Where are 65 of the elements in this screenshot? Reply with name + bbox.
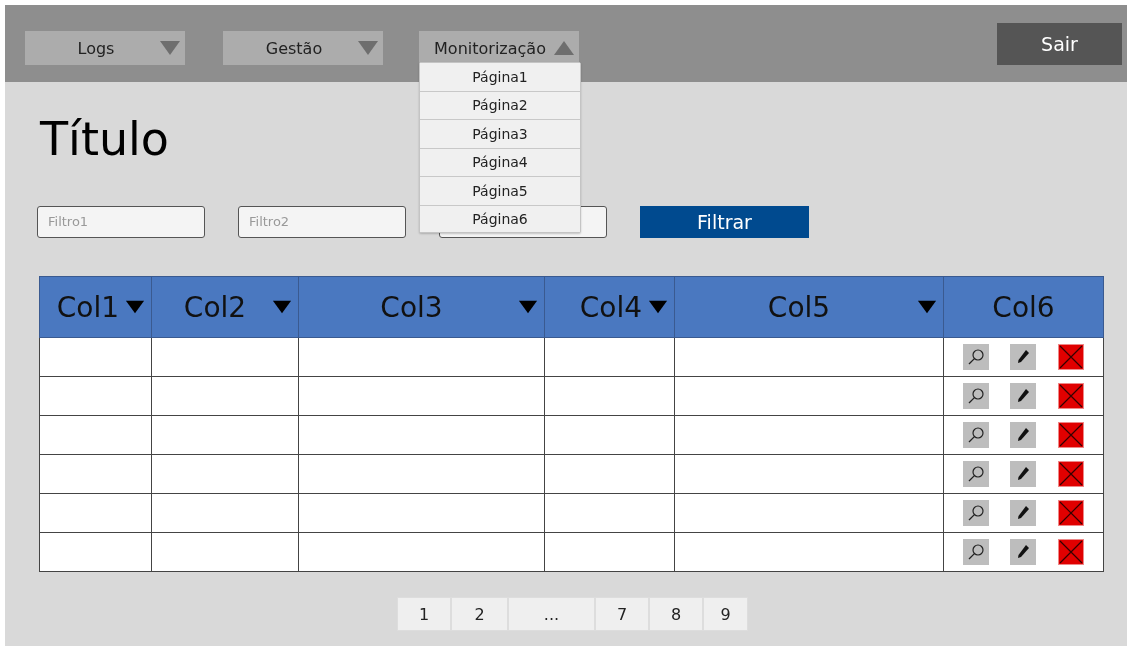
view-button[interactable]: [962, 539, 989, 565]
page-button[interactable]: 8: [649, 597, 703, 631]
filter-field[interactable]: Filtro2: [238, 205, 406, 238]
delete-button[interactable]: [1058, 422, 1085, 448]
close-icon: [1059, 501, 1084, 525]
close-icon: [1059, 462, 1084, 486]
edit-button[interactable]: [1010, 461, 1037, 487]
dropdown-item[interactable]: Página1: [420, 63, 580, 92]
view-button[interactable]: [962, 500, 989, 526]
view-button[interactable]: [962, 461, 989, 487]
view-button[interactable]: [962, 383, 989, 409]
menu-button[interactable]: Gestão: [223, 31, 383, 65]
edit-button[interactable]: [1010, 422, 1037, 448]
pencil-icon: [1016, 427, 1031, 443]
collapse-arrow-icon: [553, 40, 575, 56]
column-header[interactable]: Col5: [674, 276, 944, 338]
dropdown-item[interactable]: Página4: [420, 148, 580, 177]
column-header[interactable]: Col4: [544, 276, 675, 338]
edit-button[interactable]: [1010, 500, 1037, 526]
pencil-icon: [1016, 466, 1031, 482]
column-header[interactable]: Col2: [151, 276, 299, 338]
dropdown-item[interactable]: Página3: [420, 120, 580, 149]
filter-field[interactable]: Filtro1: [37, 205, 205, 238]
filter-button[interactable]: Filtrar: [640, 205, 809, 238]
view-button[interactable]: [962, 422, 989, 448]
search-icon: [966, 465, 985, 483]
column-header[interactable]: Col1: [39, 276, 152, 338]
search-icon: [966, 543, 985, 561]
dropdown-arrow-icon: [357, 40, 379, 56]
dropdown-arrow-icon: [159, 40, 181, 56]
page-button[interactable]: 7: [595, 597, 649, 631]
page-button[interactable]: ...: [508, 597, 595, 631]
pencil-icon: [1016, 505, 1031, 521]
page-button[interactable]: 9: [703, 597, 748, 631]
delete-button[interactable]: [1058, 461, 1085, 487]
delete-button[interactable]: [1058, 383, 1085, 409]
menu-button[interactable]: Logs: [25, 31, 185, 65]
close-icon: [1059, 345, 1084, 369]
menu-button[interactable]: Monitorização: [419, 31, 579, 65]
pencil-icon: [1016, 349, 1031, 365]
delete-button[interactable]: [1058, 539, 1085, 565]
search-icon: [966, 426, 985, 444]
search-icon: [966, 504, 985, 522]
page-button[interactable]: 1: [397, 597, 451, 631]
edit-button[interactable]: [1010, 383, 1037, 409]
close-icon: [1059, 540, 1084, 564]
dropdown-item[interactable]: Página6: [420, 205, 580, 232]
dropdown-item[interactable]: Página5: [420, 177, 580, 206]
dropdown-item[interactable]: Página2: [420, 91, 580, 120]
view-button[interactable]: [962, 344, 989, 370]
delete-button[interactable]: [1058, 344, 1085, 370]
pencil-icon: [1016, 388, 1031, 404]
column-header: Col6: [943, 276, 1104, 338]
search-icon: [966, 387, 985, 405]
edit-button[interactable]: [1010, 344, 1037, 370]
close-icon: [1059, 384, 1084, 408]
edit-button[interactable]: [1010, 539, 1037, 565]
delete-button[interactable]: [1058, 500, 1085, 526]
close-icon: [1059, 423, 1084, 447]
search-icon: [966, 348, 985, 366]
page-button[interactable]: 2: [451, 597, 508, 631]
exit-button[interactable]: Sair: [997, 22, 1122, 65]
column-header[interactable]: Col3: [298, 276, 545, 338]
page-title: Título: [40, 112, 169, 166]
pencil-icon: [1016, 544, 1031, 560]
